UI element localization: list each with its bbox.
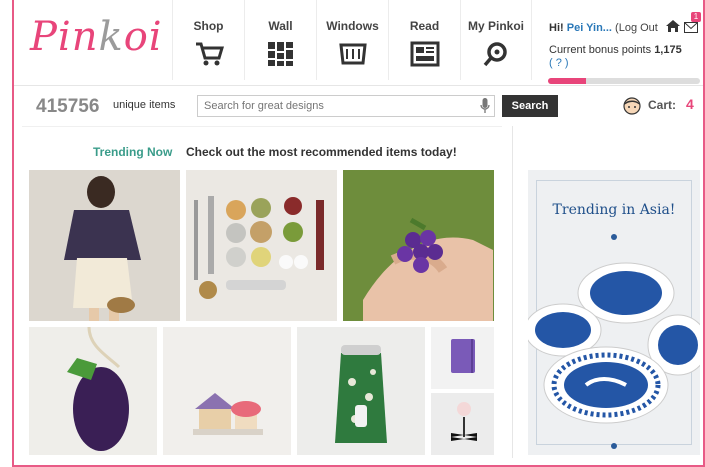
product-image: [343, 170, 494, 321]
trending-subheading: Check out the most recommended items tod…: [186, 145, 457, 159]
bonus-value: 1,175: [654, 44, 682, 56]
bonus-label: Current bonus points: [549, 44, 652, 56]
nav-my-pinkoi[interactable]: My Pinkoi: [460, 0, 532, 80]
nav-shop[interactable]: Shop: [172, 0, 244, 80]
product-tile-floral-pouch[interactable]: [297, 327, 425, 455]
cart-label[interactable]: Cart:: [648, 98, 676, 112]
cart-count[interactable]: 4: [686, 96, 694, 112]
product-tile-grape-ring[interactable]: [343, 170, 494, 321]
nav-label: My Pinkoi: [467, 19, 524, 33]
mail-icon[interactable]: [684, 22, 698, 33]
plates-image: [528, 234, 700, 449]
product-image: [431, 327, 494, 389]
search-button[interactable]: Search: [502, 95, 558, 117]
nav-label: Read: [409, 19, 440, 33]
search-input[interactable]: [197, 95, 495, 117]
greeting: Hi!: [549, 22, 564, 34]
trending-asia-ad[interactable]: Trending in Asia!: [528, 170, 700, 455]
profile-icon: [483, 42, 507, 67]
nav-label: Wall: [268, 19, 293, 33]
product-tile-blouse[interactable]: [29, 170, 180, 321]
nav-wall[interactable]: Wall: [244, 0, 316, 80]
trending-heading[interactable]: Trending Now: [93, 145, 172, 159]
divider: [22, 126, 502, 127]
main-nav: Shop Wall Windows Read My Pinkoi: [172, 0, 532, 80]
help-link[interactable]: ( ? ): [549, 57, 569, 69]
user-panel: Hi! Pei Yin... (Log Out Current bonus po…: [549, 22, 705, 70]
product-tile-notebook[interactable]: [431, 327, 494, 389]
product-tile-ingredients[interactable]: [186, 170, 337, 321]
pinkoi-logo[interactable]: Pinkoi: [30, 14, 163, 60]
cart-icon: [195, 42, 224, 66]
reader-icon: [410, 41, 439, 67]
bonus-progress-bar: [548, 78, 700, 84]
product-image: [297, 327, 425, 455]
product-image: [431, 393, 494, 455]
item-count-label: unique items: [113, 99, 176, 111]
product-image: [29, 170, 180, 321]
avatar-icon[interactable]: [622, 95, 642, 115]
item-count: 415756: [36, 96, 100, 117]
nav-read[interactable]: Read: [388, 0, 460, 80]
header: Pinkoi Shop Wall Windows Read My Pinkoi …: [14, 0, 703, 86]
nav-label: Windows: [326, 19, 379, 33]
product-image: [186, 170, 337, 321]
logout-link[interactable]: (Log Out: [615, 22, 658, 34]
product-tile-mini-houses[interactable]: [163, 327, 291, 455]
username-link[interactable]: Pei Yin...: [567, 22, 612, 34]
product-tile-brooch[interactable]: [431, 393, 494, 455]
product-image: [163, 327, 291, 455]
product-tile-eggplant-pouch[interactable]: [29, 327, 157, 455]
product-image: [29, 327, 157, 455]
home-icon[interactable]: [666, 20, 680, 32]
grid-icon: [267, 42, 293, 66]
microphone-icon[interactable]: [480, 98, 490, 114]
storefront-icon: [338, 43, 367, 65]
mail-count-badge: 1: [691, 12, 701, 22]
divider: [512, 126, 513, 458]
nav-label: Shop: [193, 19, 224, 33]
nav-windows[interactable]: Windows: [316, 0, 388, 80]
